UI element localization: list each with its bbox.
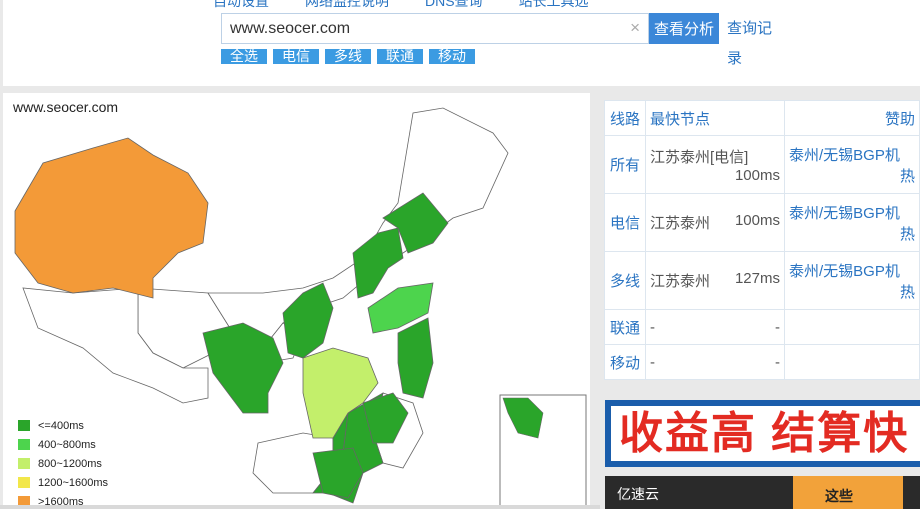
- row-sponsor-link[interactable]: 泰州/无锡BGP机: [789, 144, 915, 165]
- region-xinjiang[interactable]: [14, 137, 209, 299]
- header-node: 最快节点: [645, 100, 785, 136]
- filter-unicom[interactable]: 联通: [377, 49, 423, 64]
- ad-banner2-text: 这些: [793, 476, 903, 509]
- filter-bar: 全选 电信 多线 联通 移动: [221, 49, 475, 64]
- region-shanxi[interactable]: [352, 227, 404, 299]
- filter-multiline[interactable]: 多线: [325, 49, 371, 64]
- legend-swatch: [18, 477, 30, 488]
- row-node-name: -: [650, 318, 655, 336]
- top-nav: 自动设置 网络监控说明 DNS查询 站长工具选: [213, 0, 589, 11]
- row-node-name: 江苏泰州[电信]: [650, 148, 749, 166]
- row-node-name: -: [650, 353, 655, 371]
- row-line: 联通: [604, 309, 646, 345]
- row-line: 电信: [604, 193, 646, 252]
- row-node: --: [645, 309, 785, 345]
- scrollbar-track[interactable]: [0, 505, 600, 509]
- region-jiangsu[interactable]: [397, 317, 434, 399]
- yisuyun-logo: 亿速云: [617, 486, 659, 502]
- row-node-name: 江苏泰州: [650, 273, 711, 290]
- row-sponsor: [784, 309, 920, 345]
- header-line: 线路: [604, 100, 646, 136]
- legend-label: <=400ms: [38, 419, 84, 432]
- ad-banner-text: 收益高 结算快: [611, 406, 920, 461]
- row-node-time: 127ms: [734, 270, 780, 287]
- row-line: 多线: [604, 251, 646, 310]
- row-sponsor: 泰州/无锡BGP机热: [784, 193, 920, 252]
- row-line: 移动: [604, 344, 646, 380]
- filter-all[interactable]: 全选: [221, 49, 267, 64]
- records-link[interactable]: 查询记录: [727, 14, 781, 74]
- legend-item: 1200~1600ms: [18, 473, 108, 492]
- filter-mobile[interactable]: 移动: [429, 49, 475, 64]
- row-sponsor-extra[interactable]: 热: [789, 223, 915, 244]
- table-row: 电信 江苏泰州 100ms 泰州/无锡BGP机热: [604, 193, 920, 252]
- row-node-time: -: [775, 318, 780, 336]
- table-header: 线路 最快节点 赞助: [604, 100, 920, 136]
- legend-swatch: [18, 458, 30, 469]
- row-node-time: -: [775, 353, 780, 371]
- clear-icon[interactable]: ×: [630, 18, 640, 38]
- row-sponsor-link[interactable]: 泰州/无锡BGP机: [789, 202, 915, 223]
- top-nav-item-4[interactable]: 站长工具选: [519, 0, 589, 11]
- table-row: 联通 --: [604, 309, 920, 345]
- row-sponsor-extra[interactable]: 热: [789, 165, 915, 186]
- row-node: 江苏泰州 127ms: [645, 251, 785, 310]
- header-sponsor: 赞助: [784, 100, 920, 136]
- ad-banner-yisuyun[interactable]: 亿速云 这些: [605, 476, 920, 509]
- legend-item: <=400ms: [18, 416, 108, 435]
- legend-label: 1200~1600ms: [38, 476, 109, 489]
- top-nav-item-1[interactable]: 自动设置: [213, 0, 269, 11]
- row-sponsor-link[interactable]: 泰州/无锡BGP机: [789, 260, 915, 281]
- filter-telecom[interactable]: 电信: [273, 49, 319, 64]
- table-row: 移动 --: [604, 344, 920, 380]
- table-row: 多线 江苏泰州 127ms 泰州/无锡BGP机热: [604, 251, 920, 310]
- map-title: www.seocer.com: [13, 99, 119, 115]
- row-sponsor: 泰州/无锡BGP机热: [784, 135, 920, 194]
- legend-swatch: [18, 439, 30, 450]
- row-node: --: [645, 344, 785, 380]
- legend-item: 800~1200ms: [18, 454, 108, 473]
- row-node: 江苏泰州[电信] 100ms: [645, 135, 785, 194]
- row-sponsor: [784, 344, 920, 380]
- row-sponsor: 泰州/无锡BGP机热: [784, 251, 920, 310]
- row-node-time: 100ms: [734, 166, 780, 184]
- map-legend: <=400ms 400~800ms 800~1200ms 1200~1600ms…: [18, 416, 108, 509]
- search-box: ×: [221, 13, 649, 44]
- search-input[interactable]: [222, 14, 630, 43]
- top-nav-item-2[interactable]: 网络监控说明: [305, 0, 389, 11]
- table-row: 所有 江苏泰州[电信] 100ms 泰州/无锡BGP机热: [604, 135, 920, 194]
- row-node-time: 100ms: [734, 212, 780, 229]
- map-panel: www.seocer.com <=400ms 400~800ms 800~120…: [3, 93, 590, 509]
- legend-swatch: [18, 420, 30, 431]
- row-sponsor-extra[interactable]: 热: [789, 281, 915, 302]
- top-nav-item-3[interactable]: DNS查询: [425, 0, 483, 11]
- row-node: 江苏泰州 100ms: [645, 193, 785, 252]
- row-node-name: 江苏泰州: [650, 215, 711, 232]
- ad-banner-earnings[interactable]: 收益高 结算快: [605, 400, 920, 467]
- legend-item: 400~800ms: [18, 435, 108, 454]
- speed-table: 线路 最快节点 赞助 所有 江苏泰州[电信] 100ms 泰州/无锡BGP机热 电…: [604, 100, 920, 380]
- analyze-button[interactable]: 查看分析: [649, 13, 719, 44]
- row-line: 所有: [604, 135, 646, 194]
- legend-label: 400~800ms: [38, 438, 96, 451]
- legend-label: 800~1200ms: [38, 457, 102, 470]
